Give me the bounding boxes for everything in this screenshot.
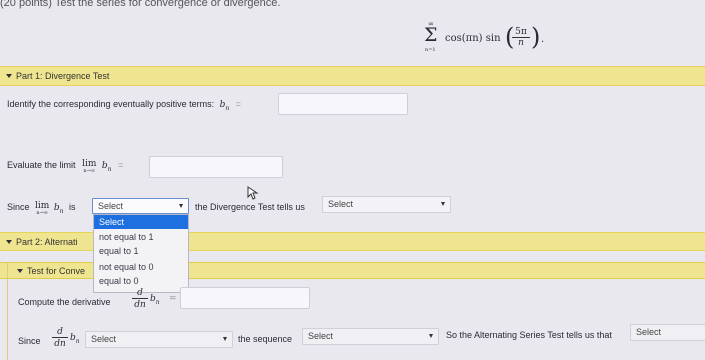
section-border-left (7, 262, 8, 360)
bn-symbol-limit: bn (101, 161, 112, 173)
bn-symbol: bn (219, 100, 230, 112)
period: . (541, 34, 545, 45)
sequence-text: the sequence (238, 334, 293, 344)
select-value: Select (91, 334, 117, 344)
chevron-down-icon (441, 202, 445, 206)
divergence-test-text: the Divergence Test tells us (195, 202, 305, 212)
evaluate-row: Evaluate the limit lim n→∞ bn = (7, 160, 123, 174)
bn-symbol: bn (70, 333, 80, 345)
series-fraction: 5π n (512, 27, 530, 48)
bn-symbol: bn (150, 294, 160, 306)
is-label: is (69, 202, 76, 212)
derivative-sign-select[interactable]: Select (85, 331, 233, 348)
equals-sign: = (169, 294, 177, 304)
comparison-dropdown-menu: Select not equal to 1 equal to 1 not equ… (93, 214, 189, 293)
dropdown-option-select[interactable]: Select (99, 217, 124, 227)
chevron-down-icon (223, 337, 227, 341)
derivative-den: dn (54, 339, 66, 349)
compute-derivative-row: Compute the derivative (18, 297, 111, 307)
series-formula: ∞ Σ n=1 cos(πn) sin ( 5π n ) . (424, 20, 554, 54)
select-value: Select (98, 201, 124, 211)
equals-sign: = (235, 99, 242, 109)
fraction-numerator: 5π (512, 27, 530, 38)
chevron-down-icon (429, 334, 433, 338)
evaluate-prompt: Evaluate the limit (7, 160, 76, 170)
limit-expression: lim n→∞ (35, 201, 50, 216)
dropdown-option-equal-0[interactable]: equal to 0 (99, 276, 139, 286)
dropdown-option-not-equal-0[interactable]: not equal to 0 (99, 262, 154, 272)
limit-expression: lim n→∞ (82, 159, 97, 174)
select-value: Select (636, 327, 662, 337)
collapse-triangle-icon (17, 269, 23, 273)
part1-header[interactable]: Part 1: Divergence Test (0, 66, 705, 86)
select-value: Select (308, 331, 334, 341)
collapse-triangle-icon (6, 240, 12, 244)
part2-title: Part 2: Alternati (6, 237, 78, 247)
derivative-num: d (132, 288, 148, 299)
derivative-den: dn (134, 300, 146, 310)
series-lower-limit: n=1 (425, 47, 436, 53)
sequence-behavior-select[interactable]: Select (302, 328, 439, 345)
identify-prompt: Identify the corresponding eventually po… (7, 99, 215, 109)
bn-symbol: bn (53, 203, 64, 215)
dropdown-option-not-equal-1[interactable]: not equal to 1 (99, 232, 154, 242)
dropdown-option-equal-1[interactable]: equal to 1 (99, 246, 139, 256)
ast-conclusion-text: So the Alternating Series Test tells us … (446, 330, 612, 340)
since-derivative-label: Since (18, 336, 41, 346)
series-term: cos(πn) sin (445, 33, 501, 44)
chevron-down-icon (179, 204, 183, 208)
derivative-num: d (52, 327, 68, 338)
question-header: (20 points) Test the series for converge… (0, 0, 281, 9)
test-convergence-title: Test for Conve (17, 266, 85, 276)
compute-prompt: Compute the derivative (18, 297, 111, 307)
paren-right: ) (531, 23, 541, 51)
limit-comparison-select[interactable]: Select (92, 198, 189, 214)
derivative-input[interactable] (180, 287, 310, 309)
ast-result-select[interactable]: Select (630, 324, 705, 341)
mouse-cursor-icon (247, 186, 259, 200)
fraction-denominator: n (518, 38, 524, 48)
limit-input[interactable] (149, 156, 283, 178)
identify-row: Identify the corresponding eventually po… (7, 99, 241, 112)
summation-symbol: Σ (424, 24, 438, 46)
bn-input[interactable] (278, 93, 408, 115)
part1-title: Part 1: Divergence Test (6, 71, 109, 81)
since-limit-row: Since lim n→∞ bn is (7, 202, 76, 216)
equals-sign: = (118, 160, 124, 170)
since-label: Since (7, 202, 30, 212)
divergence-result-select[interactable]: Select (322, 196, 451, 213)
select-value: Select (328, 199, 354, 209)
collapse-triangle-icon (6, 74, 12, 78)
